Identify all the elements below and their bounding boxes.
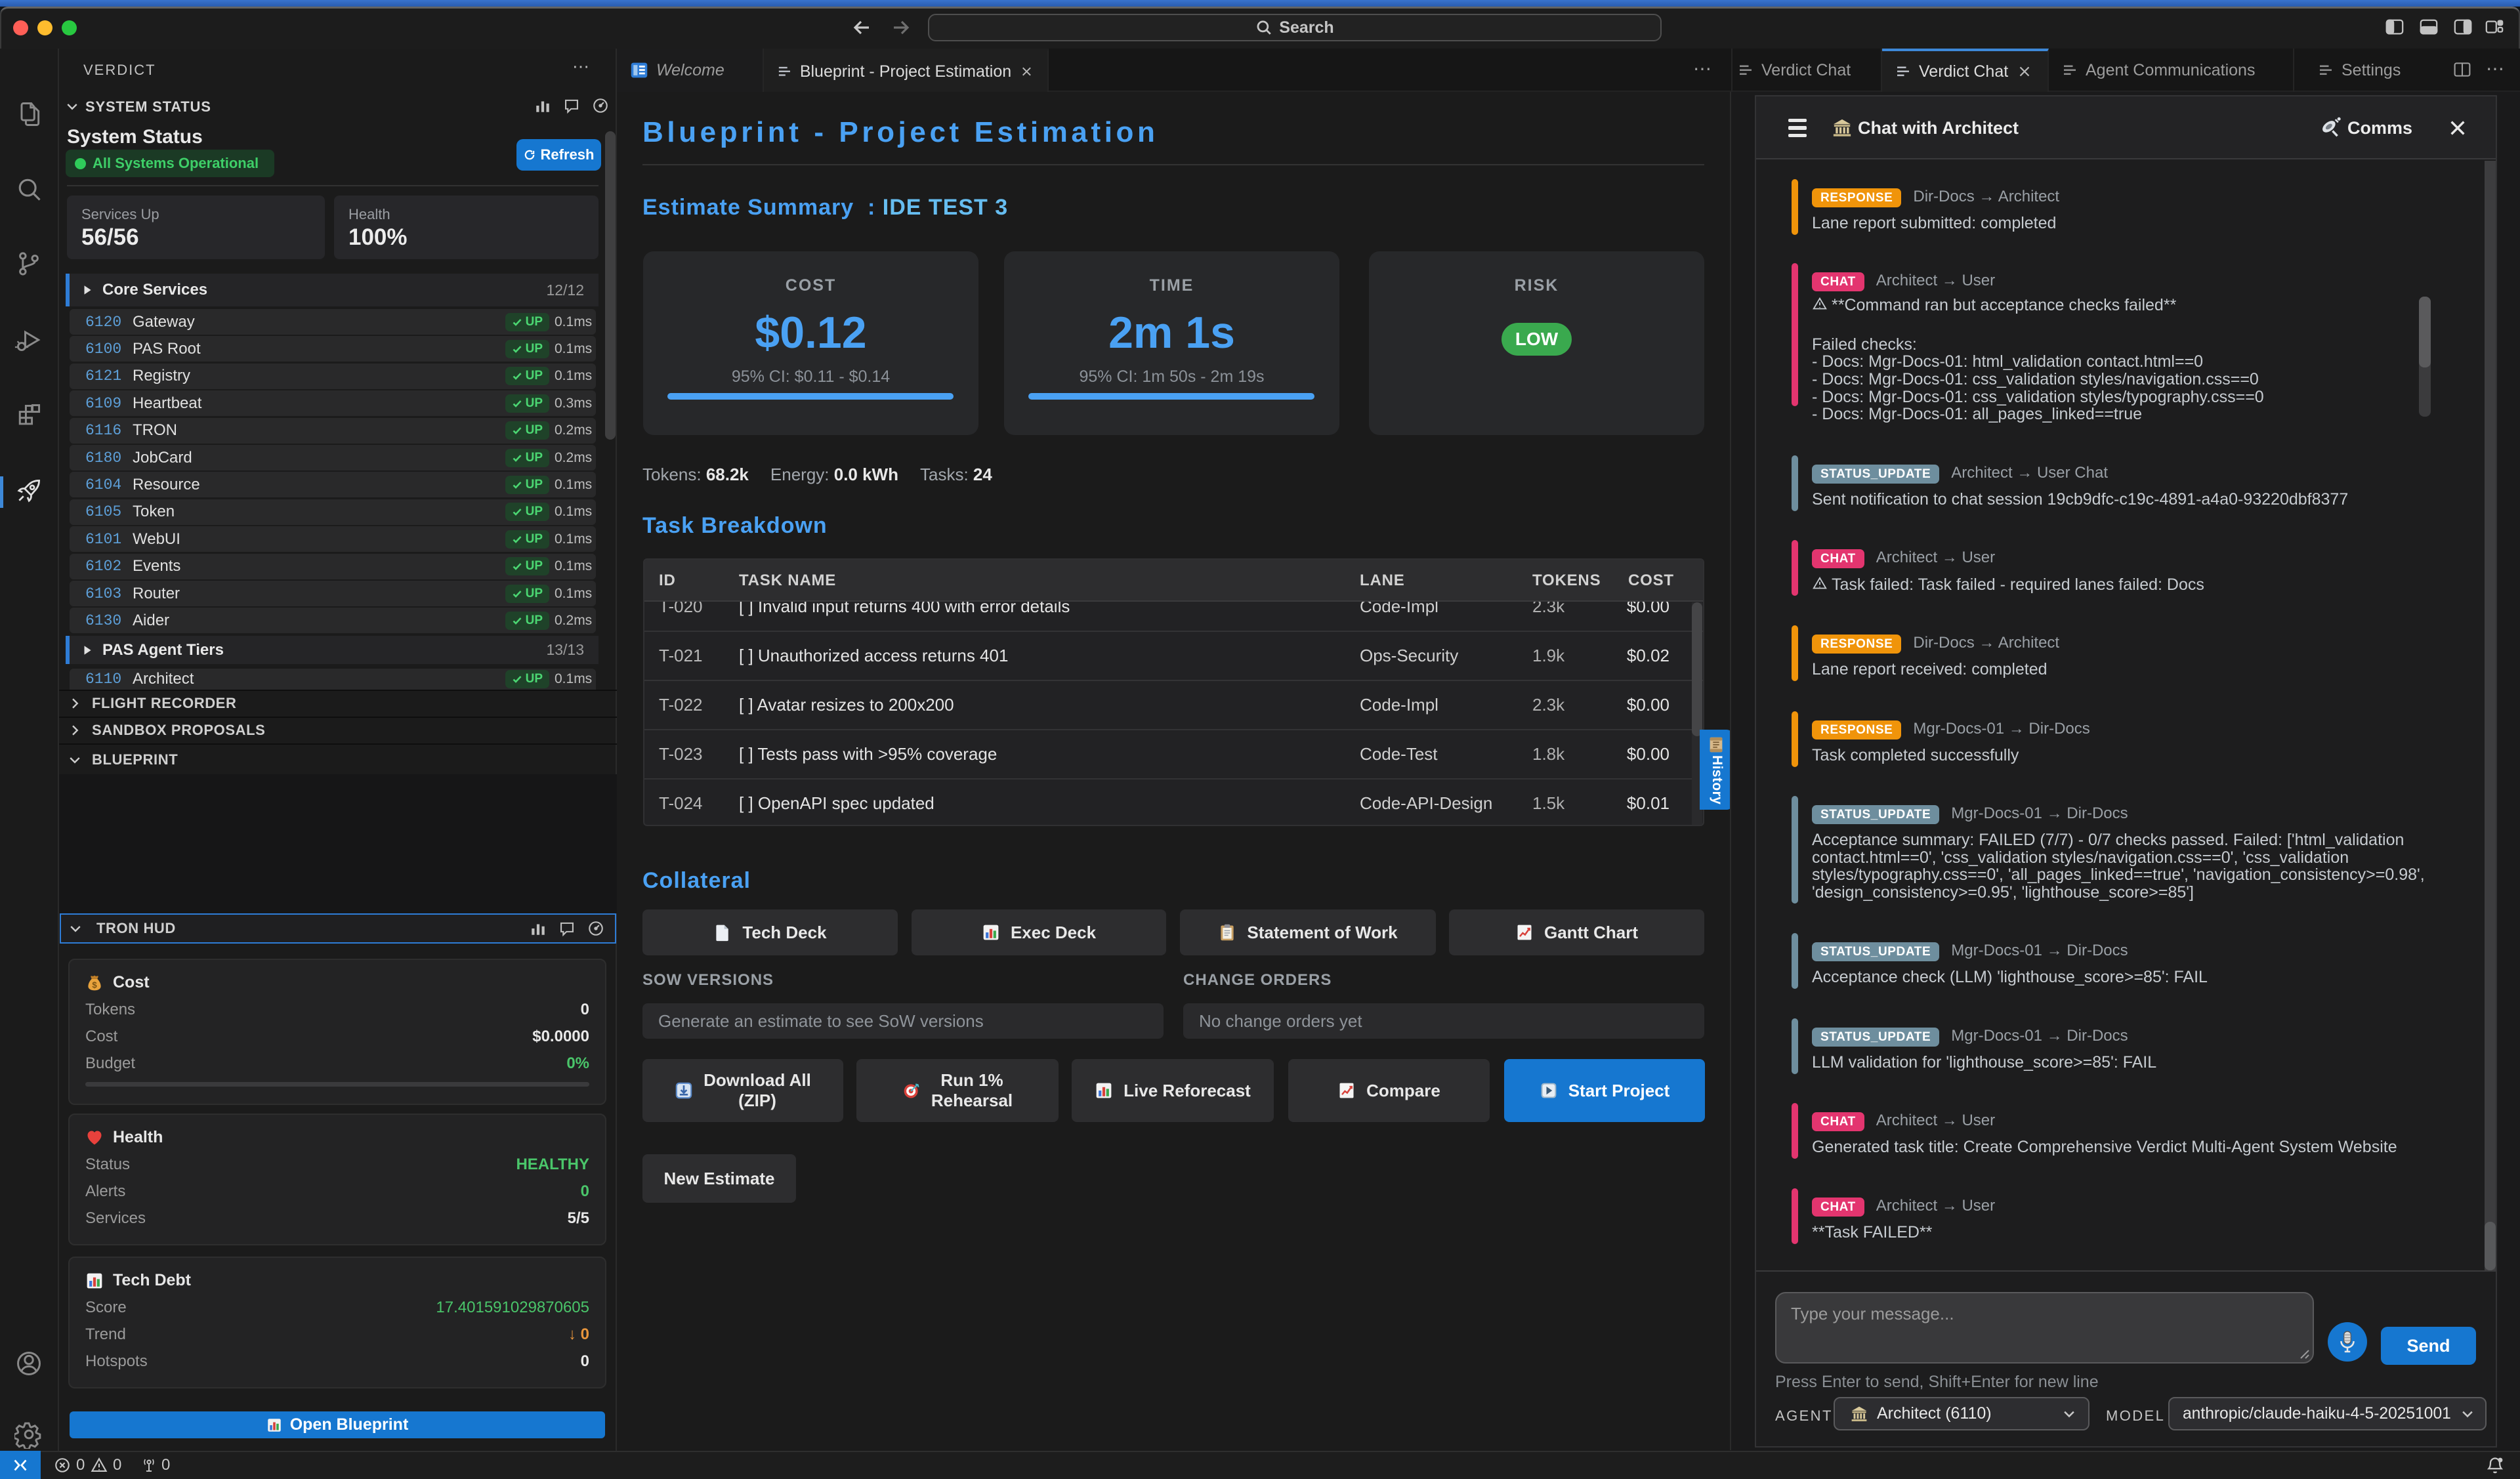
svg-text:$: $ (92, 980, 97, 989)
